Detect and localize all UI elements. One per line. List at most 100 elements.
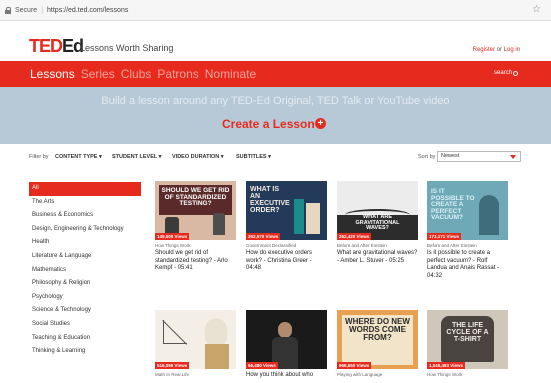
- category-teaching[interactable]: Teaching & Education: [29, 332, 141, 346]
- lesson-card[interactable]: IS IT POSSIBLE TO CREATE A PERFECT VACUU…: [427, 181, 508, 280]
- category-social-studies[interactable]: Social Studies: [29, 318, 141, 332]
- lesson-thumbnail[interactable]: IS IT POSSIBLE TO CREATE A PERFECT VACUU…: [427, 181, 508, 240]
- views-badge: 262,420 Views: [337, 233, 372, 240]
- logo-ted: TED: [29, 36, 63, 56]
- views-label: Views: [174, 234, 188, 239]
- login-link[interactable]: Log in: [504, 47, 520, 53]
- lesson-title[interactable]: What are gravitational waves? - Amber L.…: [337, 250, 418, 265]
- views-badge: 392,570 Views: [246, 233, 281, 240]
- main-nav: Lessons Series Clubs Patrons Nominate se…: [0, 61, 551, 87]
- views-label: Views: [174, 363, 188, 368]
- or-text: or: [494, 47, 504, 53]
- views-badge: 1,040,483 Views: [427, 362, 465, 369]
- filter-subtitles[interactable]: SUBTITLES ▾: [236, 154, 271, 160]
- lesson-thumbnail[interactable]: SHOULD WE GET RID OF STANDARDIZED TESTIN…: [155, 181, 236, 240]
- lesson-thumbnail[interactable]: 516,096 Views: [155, 310, 236, 369]
- lesson-thumbnail[interactable]: THE LIFE CYCLE OF A T-SHIRT 1,040,483 Vi…: [427, 310, 508, 369]
- lesson-series[interactable]: Math In Real Life: [155, 372, 236, 377]
- views-count: 966,650: [339, 363, 356, 368]
- category-health[interactable]: Health: [29, 236, 141, 250]
- lesson-series[interactable]: Playing with Language: [337, 372, 418, 377]
- lesson-thumbnail[interactable]: WHAT IS AN EXECUTIVE ORDER? 392,570 View…: [246, 181, 327, 240]
- filter-content-type[interactable]: CONTENT TYPE ▾: [55, 154, 102, 160]
- hero-blurb: Build a lesson around any TED-Ed Origina…: [101, 95, 450, 107]
- thumb-text: WHERE DO NEW WORDS COME FROM?: [345, 317, 410, 342]
- register-link[interactable]: Register: [473, 47, 495, 53]
- nav-nominate[interactable]: Nominate: [205, 67, 256, 81]
- lesson-series[interactable]: How Things Work: [155, 243, 236, 248]
- thumb-text: THE LIFE CYCLE OF A T-SHIRT: [446, 322, 489, 343]
- lesson-thumbnail[interactable]: WHAT ARE GRAVITATIONAL WAVES? 262,420 Vi…: [337, 181, 418, 240]
- sort-select[interactable]: Newest: [437, 151, 521, 162]
- thumb-text: IS IT POSSIBLE TO CREATE A PERFECT VACUU…: [431, 188, 475, 221]
- filter-label: Filter by: [29, 154, 49, 160]
- address-bar[interactable]: Secure | https://ed.ted.com/lessons ☆: [0, 0, 551, 21]
- lesson-series[interactable]: Before and After Einstein: [337, 243, 418, 248]
- separator: |: [41, 6, 44, 14]
- category-all[interactable]: All: [29, 182, 141, 196]
- thumb-text: WHAT IS AN EXECUTIVE ORDER?: [250, 186, 290, 214]
- lesson-card[interactable]: WHAT IS AN EXECUTIVE ORDER? 392,570 View…: [246, 181, 327, 273]
- views-count: 149,500: [157, 234, 174, 239]
- lesson-card[interactable]: 56,480 Views How you think about who: [246, 310, 327, 380]
- lesson-series[interactable]: Before and After Einstein: [427, 243, 508, 248]
- views-badge: 149,500 Views: [155, 233, 190, 240]
- thumb-text: WHAT ARE GRAVITATIONAL WAVES?: [355, 214, 400, 231]
- lesson-card[interactable]: THE LIFE CYCLE OF A T-SHIRT 1,040,483 Vi…: [427, 310, 508, 379]
- filter-video-duration[interactable]: VIDEO DURATION ▾: [172, 154, 224, 160]
- views-count: 392,570: [248, 234, 265, 239]
- category-psychology[interactable]: Psychology: [29, 291, 141, 305]
- filter-student-level[interactable]: STUDENT LEVEL ▾: [112, 154, 161, 160]
- lesson-series[interactable]: Government Declassified: [246, 243, 327, 248]
- filter-bar: Filter by CONTENT TYPE ▾ STUDENT LEVEL ▾…: [0, 150, 551, 164]
- ted-ed-logo[interactable]: TEDEd: [29, 36, 84, 57]
- hero-banner: Build a lesson around any TED-Ed Origina…: [0, 87, 551, 144]
- lesson-card[interactable]: 516,096 Views Math In Real Life: [155, 310, 236, 379]
- views-count: 262,420: [339, 234, 356, 239]
- url-text[interactable]: https://ed.ted.com/lessons: [47, 7, 128, 14]
- sort-label: Sort by: [418, 154, 436, 160]
- views-label: Views: [263, 363, 276, 368]
- nav-series[interactable]: Series: [81, 67, 115, 81]
- views-label: Views: [450, 363, 463, 368]
- views-badge: 516,096 Views: [155, 362, 190, 369]
- nav-clubs[interactable]: Clubs: [121, 67, 152, 81]
- lesson-title[interactable]: Is it possible to create a perfect vacuu…: [427, 250, 508, 280]
- views-label: Views: [356, 363, 370, 368]
- views-label: Views: [356, 234, 370, 239]
- category-business[interactable]: Business & Economics: [29, 209, 141, 223]
- views-label: Views: [446, 234, 460, 239]
- category-arts[interactable]: The Arts: [29, 196, 141, 210]
- views-count: 516,096: [157, 363, 174, 368]
- nav-patrons[interactable]: Patrons: [157, 67, 198, 81]
- views-count: 56,480: [248, 363, 262, 368]
- lesson-thumbnail[interactable]: WHERE DO NEW WORDS COME FROM? 966,650 Vi…: [337, 310, 418, 369]
- category-literature[interactable]: Literature & Language: [29, 250, 141, 264]
- bookmark-star-icon[interactable]: ☆: [532, 4, 541, 15]
- lesson-title[interactable]: How you think about who: [246, 372, 327, 380]
- category-mathematics[interactable]: Mathematics: [29, 264, 141, 278]
- nav-lessons[interactable]: Lessons: [30, 67, 75, 81]
- lesson-card[interactable]: SHOULD WE GET RID OF STANDARDIZED TESTIN…: [155, 181, 236, 273]
- category-sidebar: All The Arts Business & Economics Design…: [29, 182, 141, 359]
- secure-label: Secure: [15, 6, 38, 14]
- thumb-text: SHOULD WE GET RID OF STANDARDIZED TESTIN…: [161, 187, 230, 207]
- category-philosophy[interactable]: Philosophy & Religion: [29, 277, 141, 291]
- views-count: 1,040,483: [429, 363, 450, 368]
- lesson-title[interactable]: Should we get rid of standardized testin…: [155, 250, 236, 273]
- lesson-series[interactable]: How Things Work: [427, 372, 508, 377]
- lesson-card[interactable]: WHAT ARE GRAVITATIONAL WAVES? 262,420 Vi…: [337, 181, 418, 265]
- lock-icon: [5, 6, 11, 14]
- plus-icon[interactable]: +: [315, 118, 326, 129]
- views-count: 173,171: [429, 234, 446, 239]
- category-science[interactable]: Science & Technology: [29, 304, 141, 318]
- lesson-title[interactable]: How do executive orders work? - Christin…: [246, 250, 327, 273]
- lesson-card[interactable]: WHERE DO NEW WORDS COME FROM? 966,650 Vi…: [337, 310, 418, 379]
- lesson-thumbnail[interactable]: 56,480 Views: [246, 310, 327, 369]
- search-link[interactable]: search: [494, 70, 512, 76]
- category-thinking[interactable]: Thinking & Learning: [29, 345, 141, 359]
- search-icon[interactable]: [513, 71, 518, 76]
- views-badge: 56,480 Views: [246, 362, 278, 369]
- create-lesson-button[interactable]: Create a Lesson: [222, 117, 315, 131]
- category-design[interactable]: Design, Engineering & Technology: [29, 223, 141, 237]
